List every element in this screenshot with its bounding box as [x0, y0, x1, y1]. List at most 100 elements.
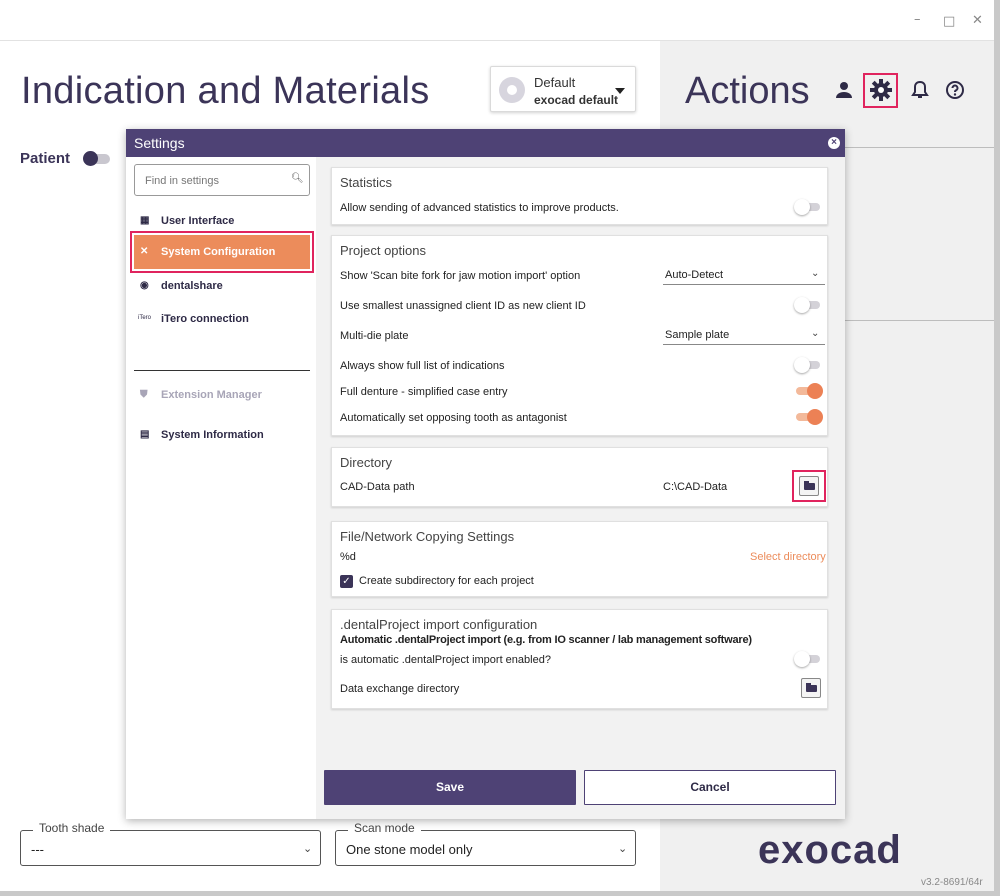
subdir-checkbox[interactable]: ✓: [340, 575, 353, 588]
dialog-header: Settings ×: [126, 129, 845, 157]
help-icon[interactable]: [943, 78, 967, 102]
project-options-card: Project options Show 'Scan bite fork for…: [331, 235, 828, 436]
multi-die-label: Multi-die plate: [340, 330, 409, 342]
search-icon: 🔍︎: [291, 173, 304, 184]
shield-icon: ⛊: [140, 389, 148, 400]
exchange-dir-folder-button[interactable]: [801, 678, 821, 698]
client-id-toggle[interactable]: [794, 297, 822, 313]
import-enabled-toggle[interactable]: [794, 651, 822, 667]
dialog-title: Settings: [134, 135, 185, 151]
caret-down-icon: [615, 88, 625, 94]
card-title: Project options: [340, 243, 426, 258]
tooth-shade-select[interactable]: Tooth shade --- ⌄: [20, 821, 321, 866]
chevron-down-icon: ⌄: [811, 328, 820, 339]
itero-icon: iTero: [138, 315, 152, 321]
statistics-label: Allow sending of advanced statistics to …: [340, 202, 619, 214]
cad-path-value: C:\CAD-Data: [663, 481, 728, 493]
sidebar-item-label: Extension Manager: [161, 389, 262, 401]
scan-mode-value: One stone model only: [346, 842, 473, 857]
import-enabled-label: is automatic .dentalProject import enabl…: [340, 654, 551, 666]
cad-path-folder-button[interactable]: [799, 476, 819, 496]
profile-name: Default: [534, 75, 576, 90]
bell-icon[interactable]: [908, 78, 932, 102]
file-copy-card: File/Network Copying Settings %d Select …: [331, 521, 828, 597]
select-directory-button[interactable]: Select directory: [750, 551, 826, 563]
window-border-bottom: [0, 891, 1000, 896]
maximize-button[interactable]: □: [943, 14, 955, 29]
tooth-shade-label: Tooth shade: [33, 821, 111, 835]
actions-title: Actions: [685, 70, 810, 112]
settings-sidebar: Find in settings 🔍︎ ▦ User Interface ✕ S…: [126, 157, 316, 819]
chevron-down-icon: ⌄: [811, 268, 820, 279]
full-list-label: Always show full list of indications: [340, 360, 505, 372]
close-window-button[interactable]: ✕: [972, 13, 983, 28]
minimize-button[interactable]: –: [914, 12, 921, 27]
chevron-down-icon: ⌄: [618, 843, 628, 855]
patient-toggle-knob[interactable]: [83, 151, 98, 166]
directory-card: Directory CAD-Data path C:\CAD-Data: [331, 447, 828, 507]
profile-value: exocad default: [534, 93, 619, 107]
folder-icon: [806, 683, 817, 692]
sidebar-divider: [134, 370, 310, 371]
close-icon[interactable]: ×: [828, 137, 840, 149]
antagonist-label: Automatically set opposing tooth as anta…: [340, 412, 567, 424]
dentalshare-icon: ◉: [140, 280, 149, 291]
profile-selector[interactable]: Default exocad default: [490, 66, 636, 112]
user-interface-icon: ▦: [140, 215, 150, 226]
settings-dialog: Settings × Find in settings 🔍︎ ▦ User In…: [126, 129, 845, 819]
scan-mode-label: Scan mode: [348, 821, 421, 835]
sidebar-item-dentalshare[interactable]: ◉ dentalshare: [134, 271, 310, 301]
divider: [845, 320, 994, 321]
brand-logo: exocad: [758, 828, 902, 872]
client-id-label: Use smallest unassigned client ID as new…: [340, 300, 586, 312]
sidebar-item-system-information[interactable]: ▤ System Information: [134, 420, 310, 450]
scan-bite-select[interactable]: Auto-Detect ⌄: [663, 265, 825, 285]
version-label: v3.2-8691/64r: [921, 877, 983, 888]
save-button[interactable]: Save: [324, 770, 576, 805]
sidebar-item-extension-manager[interactable]: ⛊ Extension Manager: [134, 380, 310, 410]
settings-search-input[interactable]: Find in settings 🔍︎: [134, 164, 310, 196]
select-value: Sample plate: [665, 329, 730, 341]
select-value: Auto-Detect: [665, 269, 724, 281]
search-placeholder: Find in settings: [145, 175, 219, 187]
scan-mode-select[interactable]: Scan mode One stone model only ⌄: [335, 821, 636, 866]
folder-icon: [804, 481, 815, 490]
card-title: Directory: [340, 455, 393, 470]
profile-gear-icon: [499, 77, 525, 103]
card-title: .dentalProject import configuration: [340, 617, 538, 632]
info-icon: ▤: [140, 429, 150, 440]
cancel-button[interactable]: Cancel: [584, 770, 836, 805]
full-denture-label: Full denture - simplified case entry: [340, 386, 508, 398]
statistics-card: Statistics Allow sending of advanced sta…: [331, 167, 828, 225]
sidebar-item-itero[interactable]: iTero iTero connection: [134, 304, 310, 334]
exchange-dir-label: Data exchange directory: [340, 683, 460, 695]
divider: [845, 147, 994, 148]
window-titlebar: – □ ✕: [0, 0, 1000, 41]
scan-bite-label: Show 'Scan bite fork for jaw motion impo…: [340, 270, 581, 282]
card-title: File/Network Copying Settings: [340, 529, 515, 544]
subdir-label: Create subdirectory for each project: [359, 575, 534, 587]
copy-pattern-value: %d: [340, 551, 356, 563]
card-title: Statistics: [340, 175, 393, 190]
sidebar-item-label: iTero connection: [161, 313, 249, 325]
tooth-shade-value: ---: [31, 842, 44, 857]
multi-die-select[interactable]: Sample plate ⌄: [663, 325, 825, 345]
settings-content: Statistics Allow sending of advanced sta…: [316, 157, 845, 819]
page-title: Indication and Materials: [21, 70, 430, 112]
sidebar-item-label: dentalshare: [161, 280, 223, 292]
window-border: [994, 0, 1000, 896]
sidebar-item-label: User Interface: [161, 215, 235, 227]
antagonist-toggle[interactable]: [794, 409, 823, 425]
user-icon[interactable]: [832, 78, 856, 102]
full-denture-toggle[interactable]: [794, 383, 823, 399]
import-config-card: .dentalProject import configuration Auto…: [331, 609, 828, 709]
active-item-highlight: [130, 231, 314, 273]
import-heading: Automatic .dentalProject import (e.g. fr…: [340, 634, 752, 646]
sidebar-item-label: System Information: [161, 429, 264, 441]
cad-path-label: CAD-Data path: [340, 481, 415, 493]
full-list-toggle[interactable]: [794, 357, 822, 373]
statistics-toggle[interactable]: [794, 199, 822, 215]
chevron-down-icon: ⌄: [303, 843, 313, 855]
gear-icon[interactable]: [869, 78, 893, 102]
patient-label: Patient: [20, 150, 71, 167]
